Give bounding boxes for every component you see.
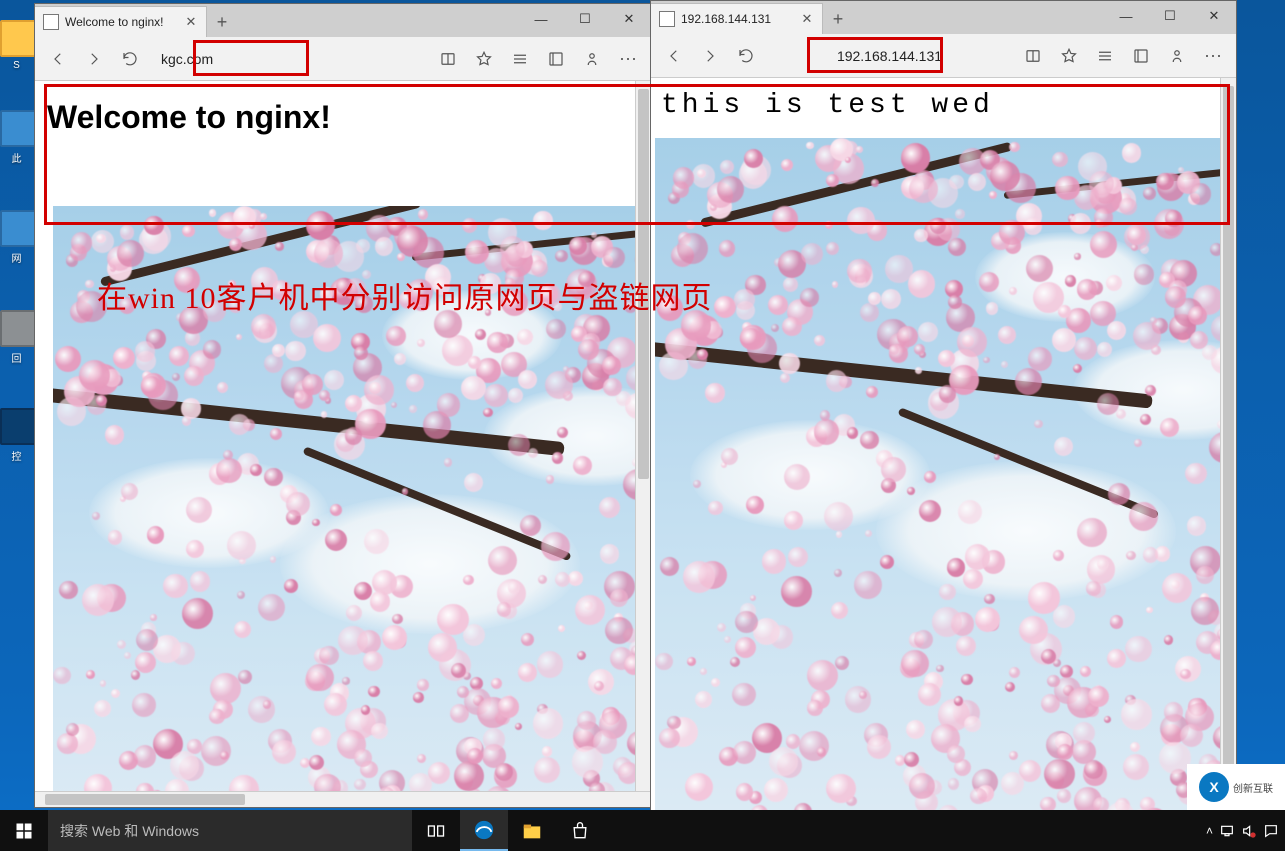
share-icon[interactable] — [581, 48, 603, 70]
window-minimize-button[interactable]: — — [1104, 1, 1148, 31]
more-button[interactable]: ··· — [1202, 45, 1224, 67]
annotation-text: 在win 10客户机中分别访问原网页与盗链网页 — [97, 273, 713, 317]
task-view-button[interactable] — [412, 810, 460, 851]
browser-tab[interactable]: Welcome to nginx! ✕ — [35, 6, 207, 37]
tray-notifications-icon[interactable] — [1263, 823, 1279, 839]
page-icon — [659, 11, 675, 27]
taskbar-search[interactable]: 搜索 Web 和 Windows — [48, 810, 412, 851]
browser-tab[interactable]: 192.168.144.131 ✕ — [651, 3, 823, 34]
desktop-icon[interactable]: 网 — [0, 210, 33, 265]
url-text: 192.168.144.131 — [837, 48, 942, 64]
address-bar[interactable]: 192.168.144.131 — [771, 42, 1008, 70]
browser-window-right: 192.168.144.131 ✕ + — ☐ ✕ 192.168.144.13… — [650, 0, 1237, 811]
browser-toolbar: 192.168.144.131 ··· — [651, 34, 1236, 78]
taskbar: 搜索 Web 和 Windows ˄ — [0, 810, 1285, 851]
webnote-icon[interactable] — [1130, 45, 1152, 67]
tab-bar: Welcome to nginx! ✕ + — ☐ ✕ — [35, 4, 651, 37]
tab-title: Welcome to nginx! — [65, 15, 164, 29]
address-bar[interactable]: kgc.com — [155, 45, 423, 73]
forward-button[interactable] — [83, 48, 105, 70]
page-content: this is test wed — [651, 78, 1236, 810]
favorite-icon[interactable] — [473, 48, 495, 70]
scrollbar-thumb[interactable] — [1223, 86, 1234, 806]
window-close-button[interactable]: ✕ — [607, 4, 651, 34]
desktop-icon[interactable]: 回 — [0, 310, 33, 365]
horizontal-scrollbar[interactable] — [35, 791, 651, 807]
tab-title: 192.168.144.131 — [681, 12, 771, 26]
new-tab-button[interactable]: + — [207, 7, 237, 37]
system-tray[interactable]: ˄ — [1200, 810, 1285, 851]
tray-chevron-icon[interactable]: ˄ — [1206, 824, 1213, 838]
reading-view-icon[interactable] — [1022, 45, 1044, 67]
search-placeholder: 搜索 Web 和 Windows — [60, 821, 199, 841]
tab-close-icon[interactable]: ✕ — [184, 14, 198, 30]
taskbar-app-store[interactable] — [556, 810, 604, 851]
page-heading: Welcome to nginx! — [47, 99, 639, 136]
vertical-scrollbar[interactable] — [635, 81, 651, 792]
scrollbar-thumb[interactable] — [45, 794, 245, 805]
desktop-icon[interactable]: 控 — [0, 408, 33, 463]
share-icon[interactable] — [1166, 45, 1188, 67]
page-content: Welcome to nginx! — [35, 81, 651, 807]
taskbar-app-edge[interactable] — [460, 810, 508, 851]
watermark-logo: X创新互联 — [1187, 764, 1285, 810]
window-minimize-button[interactable]: — — [519, 4, 563, 34]
back-button[interactable] — [47, 48, 69, 70]
desktop-icon[interactable]: 此 — [0, 110, 33, 165]
url-text: kgc.com — [161, 51, 213, 67]
tab-close-icon[interactable]: ✕ — [800, 11, 814, 27]
browser-toolbar: kgc.com ··· — [35, 37, 651, 81]
window-maximize-button[interactable]: ☐ — [1148, 1, 1192, 31]
window-close-button[interactable]: ✕ — [1192, 1, 1236, 31]
browser-window-left: Welcome to nginx! ✕ + — ☐ ✕ kgc.com ··· … — [34, 3, 652, 808]
tray-volume-icon[interactable] — [1241, 823, 1257, 839]
page-image — [655, 138, 1236, 810]
back-button[interactable] — [663, 45, 685, 67]
tray-network-icon[interactable] — [1219, 823, 1235, 839]
vertical-scrollbar[interactable] — [1220, 78, 1236, 810]
reading-view-icon[interactable] — [437, 48, 459, 70]
refresh-button[interactable] — [119, 48, 141, 70]
page-icon — [43, 14, 59, 30]
window-maximize-button[interactable]: ☐ — [563, 4, 607, 34]
more-button[interactable]: ··· — [617, 48, 639, 70]
page-heading: this is test wed — [661, 90, 1211, 121]
start-button[interactable] — [0, 810, 48, 851]
hub-icon[interactable] — [509, 48, 531, 70]
taskbar-app-explorer[interactable] — [508, 810, 556, 851]
favorite-icon[interactable] — [1058, 45, 1080, 67]
hub-icon[interactable] — [1094, 45, 1116, 67]
webnote-icon[interactable] — [545, 48, 567, 70]
new-tab-button[interactable]: + — [823, 4, 853, 34]
tab-bar: 192.168.144.131 ✕ + — ☐ ✕ — [651, 1, 1236, 34]
refresh-button[interactable] — [735, 45, 757, 67]
forward-button[interactable] — [699, 45, 721, 67]
desktop-icon[interactable]: S — [0, 20, 33, 71]
